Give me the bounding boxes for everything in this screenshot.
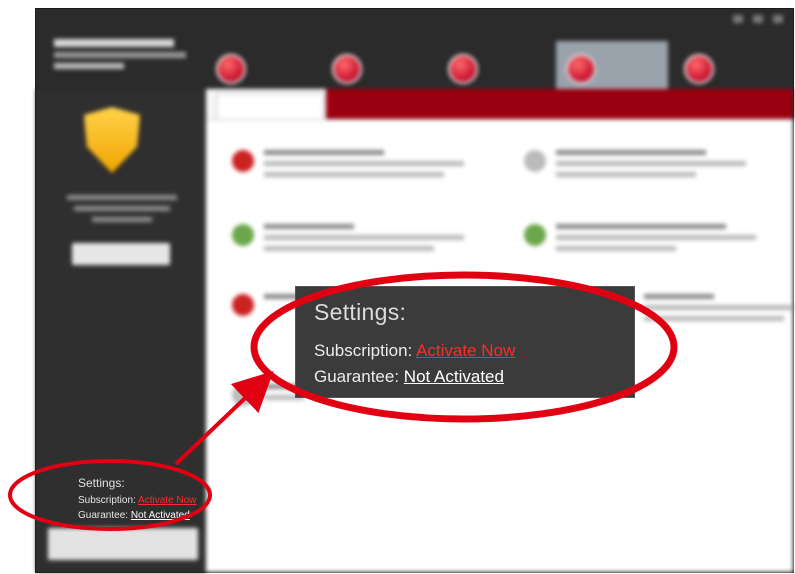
nav-badge-icon [332,54,362,84]
activate-now-link[interactable]: Activate Now [138,495,196,506]
not-activated-link[interactable]: Not Activated [131,510,190,521]
subscription-label: Subscription: [78,495,136,507]
shield-icon [84,107,140,173]
task-icon [232,294,254,316]
task-item[interactable] [232,150,464,183]
task-icon [232,384,254,406]
guarantee-label: Guarantee: [78,509,129,521]
callout-guarantee-label: Guarantee: [314,367,400,387]
close-icon[interactable] [773,15,783,23]
content-tab[interactable] [216,93,324,119]
nav-badge-icon [448,54,478,84]
callout-not-activated-link[interactable]: Not Activated [404,367,504,386]
task-item[interactable] [524,224,756,257]
nav-badge-icon [566,54,596,84]
task-item[interactable] [232,224,464,257]
callout-activate-now-link[interactable]: Activate Now [416,341,515,360]
task-icon [524,224,546,246]
minimize-icon[interactable] [733,15,743,23]
task-item[interactable] [524,150,756,183]
maximize-icon[interactable] [753,15,763,23]
guarantee-row: Guarantee: Not Activated [78,509,212,524]
task-icon [232,150,254,172]
callout-subscription-row: Subscription: Activate Now [314,338,616,364]
app-logo [54,39,186,69]
callout-guarantee-row: Guarantee: Not Activated [314,364,616,390]
tab-bar [326,89,793,119]
settings-title: Settings: [78,476,125,490]
window-controls [733,15,783,23]
sidebar-action-button[interactable] [72,243,170,265]
subscription-row: Subscription: Activate Now [78,494,212,509]
sidebar-support-button[interactable] [48,528,198,560]
task-icon [524,150,546,172]
sidebar-status-text [54,189,190,228]
nav-badge-icon [684,54,714,84]
sidebar-settings-info: Settings: Subscription: Activate Now Gua… [78,475,212,523]
nav-badge-icon [216,54,246,84]
task-icon [232,224,254,246]
zoomed-settings-callout: Settings: Subscription: Activate Now Gua… [295,286,635,398]
callout-subscription-label: Subscription: [314,341,413,360]
callout-title: Settings: [314,299,407,325]
screenshot-page: Settings: Subscription: Activate Now Gua… [0,0,795,574]
